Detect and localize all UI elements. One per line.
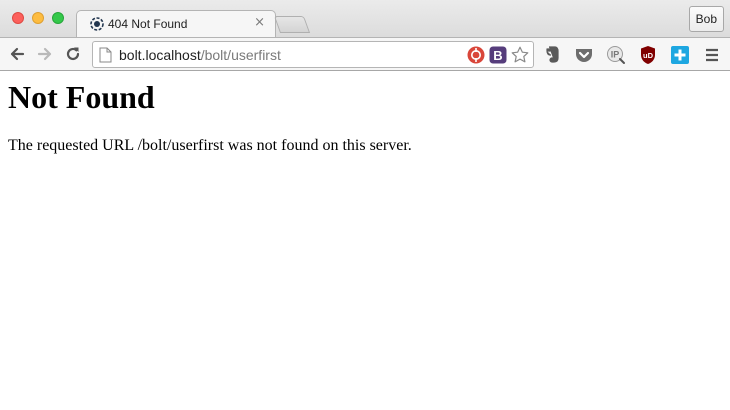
lastpass-icon[interactable] (467, 46, 485, 64)
bootstrap-label: B (493, 48, 502, 63)
browser-toolbar: bolt.localhost/bolt/userfirst B IP uD (0, 37, 730, 71)
bolt-logo-icon (90, 17, 104, 31)
error-message: The requested URL /bolt/userfirst was no… (8, 137, 412, 154)
page-icon (99, 47, 112, 63)
url-host: bolt.localhost (119, 47, 201, 63)
url-path: /bolt/userfirst (200, 47, 281, 63)
ip-lookup-icon[interactable]: IP (606, 45, 626, 65)
tab-close-icon[interactable]: × (254, 15, 265, 30)
bootstrap-icon[interactable]: B (489, 46, 507, 64)
browser-titlebar: 404 Not Found × Bob (0, 0, 730, 38)
page-content: Not Found The requested URL /bolt/userfi… (0, 71, 730, 410)
hamburger-menu-icon[interactable] (702, 45, 722, 65)
ublock-icon[interactable]: uD (638, 45, 658, 65)
plus-extension-icon[interactable] (670, 45, 690, 65)
ublock-label: uD (643, 51, 654, 60)
page-title: Not Found (8, 79, 155, 115)
new-tab-button[interactable] (273, 16, 311, 33)
zoom-window-button[interactable] (52, 12, 64, 24)
evernote-icon[interactable] (542, 45, 562, 65)
pocket-icon[interactable] (574, 45, 594, 65)
profile-button[interactable]: Bob (688, 6, 724, 32)
minimize-window-button[interactable] (32, 12, 44, 24)
ip-label: IP (611, 50, 620, 60)
browser-tab-active[interactable]: 404 Not Found × (76, 10, 276, 38)
tab-title: 404 Not Found (108, 17, 188, 31)
url-text[interactable]: bolt.localhost/bolt/userfirst (119, 47, 281, 63)
forward-arrow-icon[interactable] (36, 45, 54, 63)
reload-icon[interactable] (64, 45, 82, 63)
back-arrow-icon[interactable] (8, 45, 26, 63)
address-bar[interactable]: bolt.localhost/bolt/userfirst B (92, 41, 534, 68)
close-window-button[interactable] (12, 12, 24, 24)
bookmark-star-icon[interactable] (510, 45, 530, 65)
